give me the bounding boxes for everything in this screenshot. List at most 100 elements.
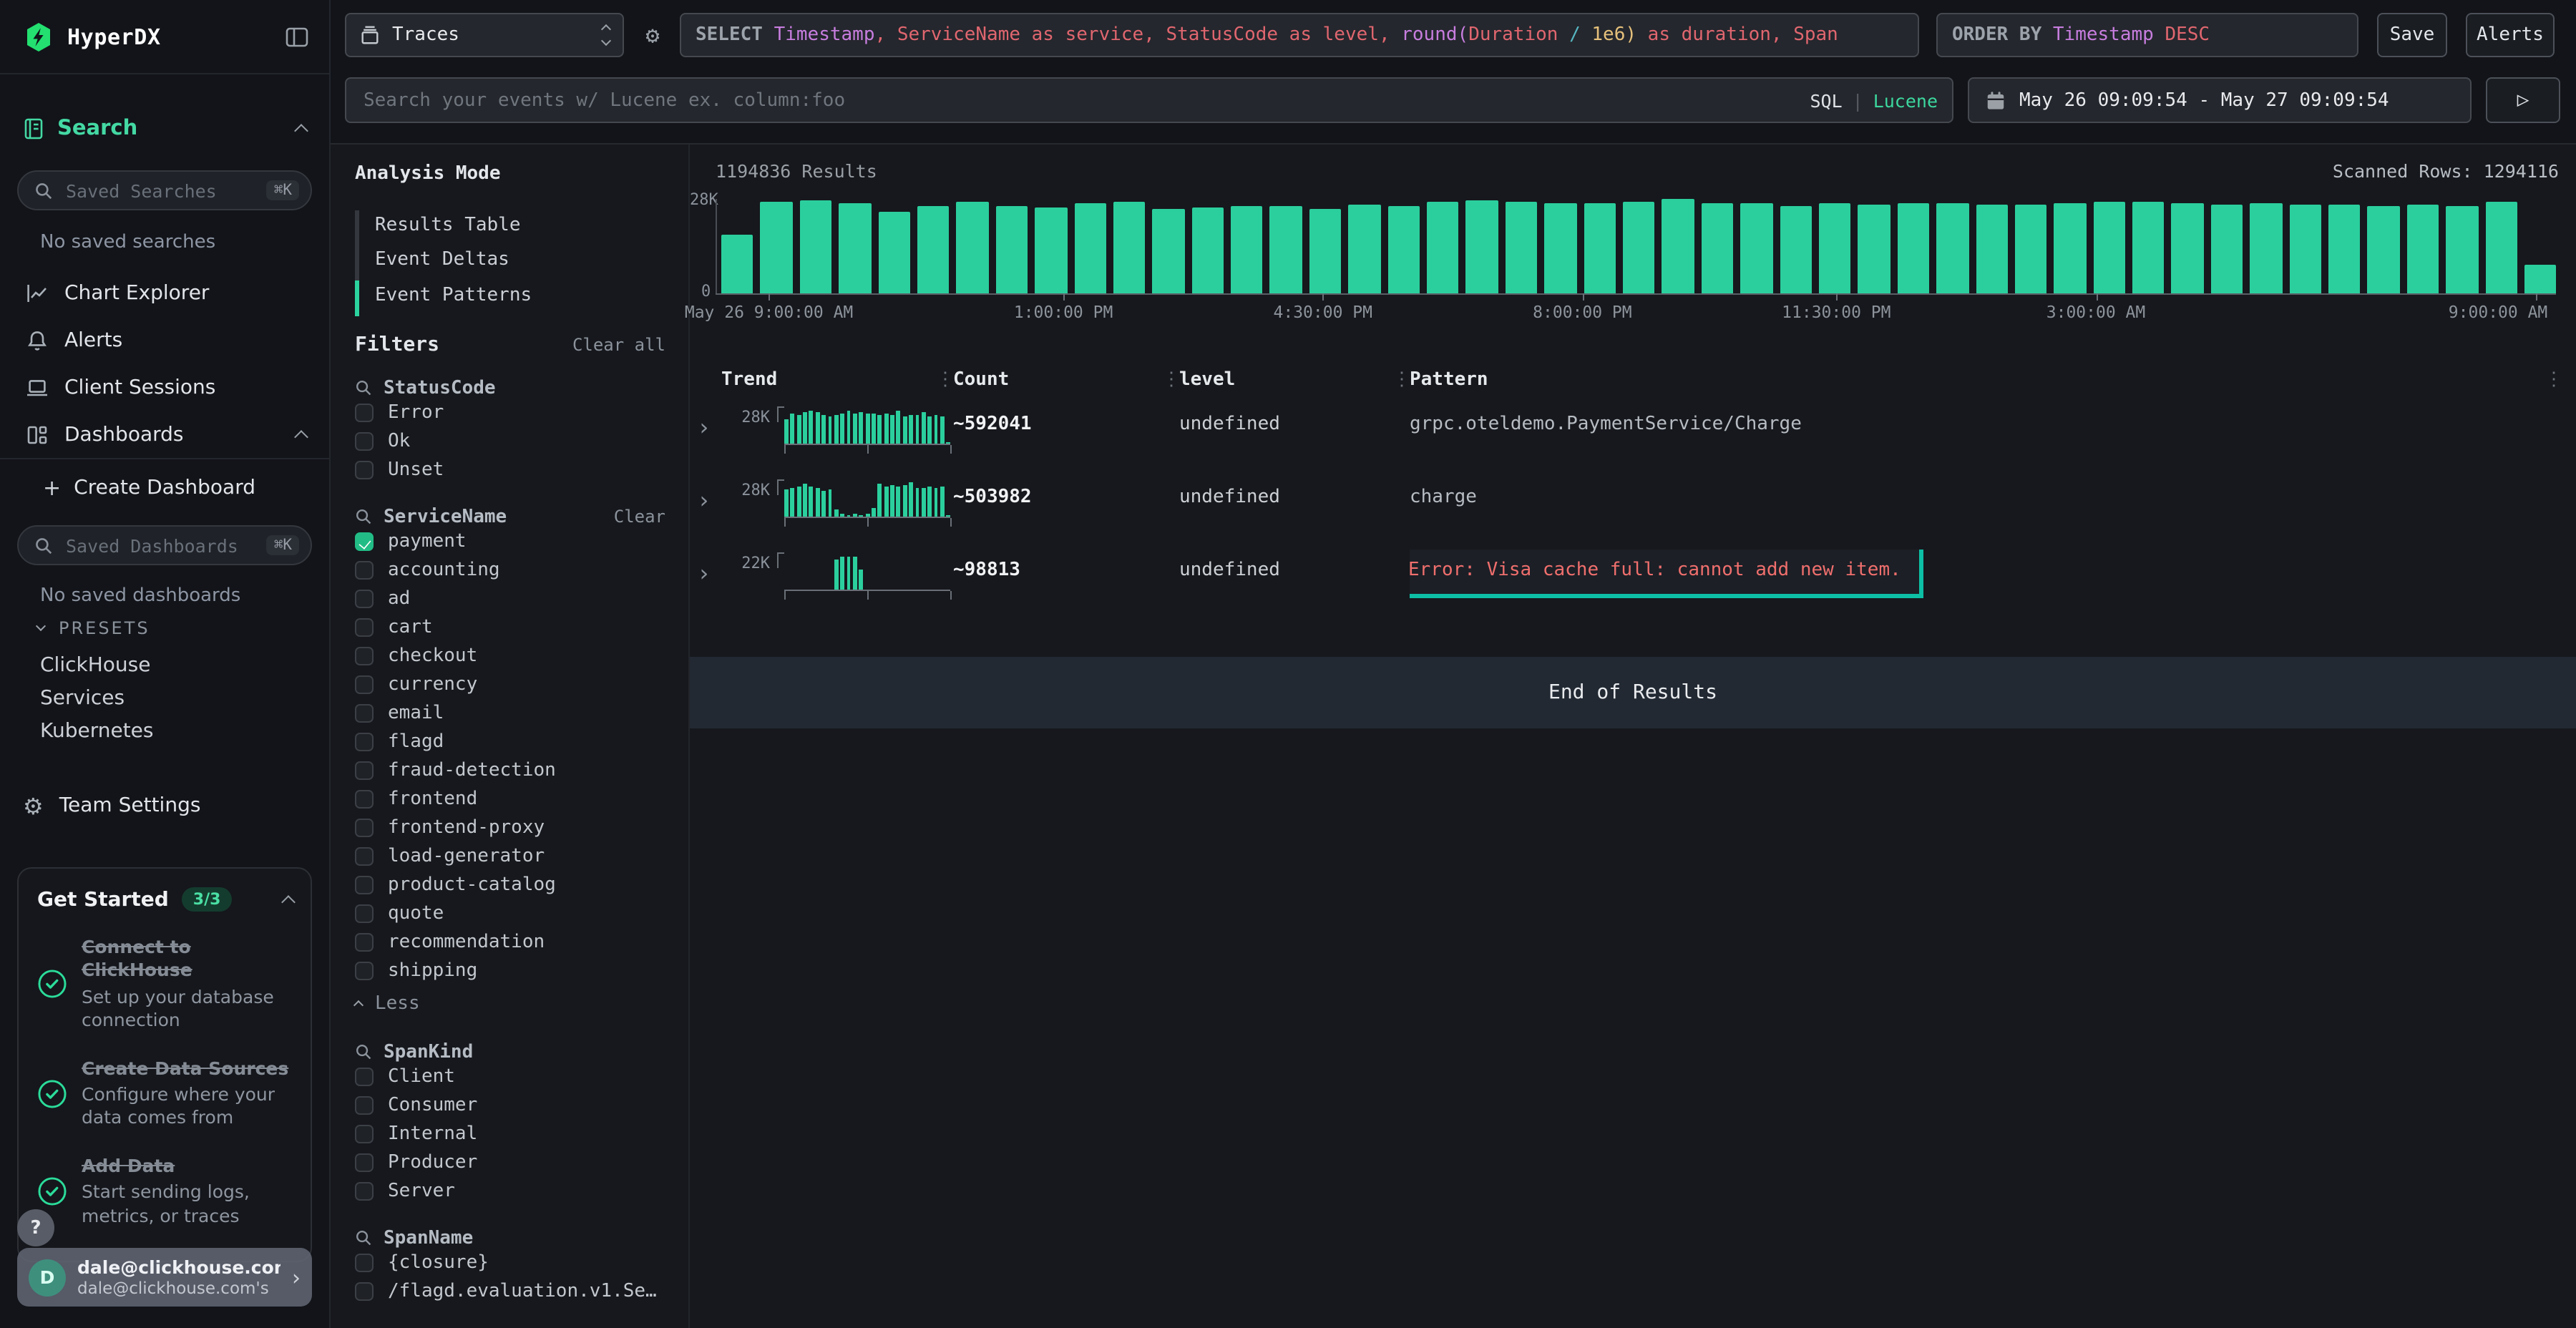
highlighted-error-pattern[interactable]: Error: Visa cache full: cannot add new i… xyxy=(1410,550,1924,598)
checkbox-unchecked[interactable] xyxy=(355,461,374,479)
filter-option-email[interactable]: email xyxy=(355,699,668,728)
source-select[interactable]: Traces xyxy=(345,13,624,57)
filter-option-internal[interactable]: Internal xyxy=(355,1120,668,1148)
checkbox-checked[interactable] xyxy=(355,532,374,551)
clear-group-filter[interactable]: Clear xyxy=(614,507,668,527)
preset-item-services[interactable]: Services xyxy=(40,681,298,714)
expand-row-icon[interactable]: › xyxy=(690,550,738,622)
checkbox-unchecked[interactable] xyxy=(355,761,374,780)
sidebar-item-client-sessions[interactable]: Client Sessions xyxy=(0,363,329,411)
filter-option-producer[interactable]: Producer xyxy=(355,1148,668,1177)
filter-option-fraud-detection[interactable]: fraud-detection xyxy=(355,756,668,785)
filter-option--flagd-evaluation-v1-se-[interactable]: /flagd.evaluation.v1.Se… xyxy=(355,1277,668,1306)
filter-option-frontend-proxy[interactable]: frontend-proxy xyxy=(355,814,668,842)
pattern-row[interactable]: › 28K ~592041 undefined grpc.oteldemo.Pa… xyxy=(690,404,2576,477)
sql-toggle[interactable]: SQL xyxy=(1810,89,1842,111)
source-settings-gear-icon[interactable]: ⚙ xyxy=(637,13,668,57)
filter-option-flagd[interactable]: flagd xyxy=(355,728,668,756)
checkbox-unchecked[interactable] xyxy=(355,1125,374,1143)
saved-dashboards-input[interactable]: ⌘K xyxy=(17,525,312,565)
filter-option-shipping[interactable]: shipping xyxy=(355,957,668,985)
help-button[interactable]: ? xyxy=(17,1209,54,1246)
checkbox-unchecked[interactable] xyxy=(355,733,374,751)
date-range-picker[interactable]: May 26 09:09:54 - May 27 09:09:54 xyxy=(1968,77,2472,123)
filter-option-load-generator[interactable]: load-generator xyxy=(355,842,668,871)
lucene-toggle[interactable]: Lucene xyxy=(1873,89,1938,111)
checkbox-unchecked[interactable] xyxy=(355,819,374,837)
filter-option-recommendation[interactable]: recommendation xyxy=(355,928,668,957)
results-histogram[interactable] xyxy=(716,199,2556,293)
get-started-step[interactable]: Connect to ClickHouse Set up your databa… xyxy=(37,936,293,1032)
expand-row-icon[interactable]: › xyxy=(690,477,738,550)
checkbox-unchecked[interactable] xyxy=(355,962,374,980)
search-icon[interactable] xyxy=(355,379,372,396)
checkbox-unchecked[interactable] xyxy=(355,904,374,923)
analysis-mode-event-patterns[interactable]: Event Patterns xyxy=(375,278,668,313)
chevron-up-icon[interactable] xyxy=(294,429,308,444)
saved-searches-field[interactable] xyxy=(63,178,257,202)
sql-orderby-editor[interactable]: ORDER BY Timestamp DESC xyxy=(1936,13,2358,57)
pattern-row[interactable]: › 22K ~98813 undefined Error: Visa cache… xyxy=(690,550,2576,622)
filter-option-frontend[interactable]: frontend xyxy=(355,785,668,814)
checkbox-unchecked[interactable] xyxy=(355,933,374,952)
filter-option-error[interactable]: Error xyxy=(355,399,668,427)
filter-option-server[interactable]: Server xyxy=(355,1177,668,1206)
filter-option-consumer[interactable]: Consumer xyxy=(355,1091,668,1120)
checkbox-unchecked[interactable] xyxy=(355,618,374,637)
filter-option-currency[interactable]: currency xyxy=(355,670,668,699)
run-query-button[interactable]: ▷ xyxy=(2486,77,2560,123)
search-icon[interactable] xyxy=(355,1043,372,1060)
checkbox-unchecked[interactable] xyxy=(355,1282,374,1301)
chevron-up-icon[interactable] xyxy=(281,894,296,909)
preset-item-clickhouse[interactable]: ClickHouse xyxy=(40,648,298,681)
analysis-mode-event-deltas[interactable]: Event Deltas xyxy=(375,243,668,278)
checkbox-unchecked[interactable] xyxy=(355,675,374,694)
presets-toggle[interactable]: PRESETS xyxy=(37,618,150,638)
checkbox-unchecked[interactable] xyxy=(355,704,374,723)
sidebar-item-alerts[interactable]: Alerts xyxy=(0,316,329,363)
filter-option-product-catalog[interactable]: product-catalog xyxy=(355,871,668,899)
pattern-row[interactable]: › 28K ~503982 undefined charge xyxy=(690,477,2576,550)
filter-option-quote[interactable]: quote xyxy=(355,899,668,928)
filter-option-accounting[interactable]: accounting xyxy=(355,556,668,585)
column-menu-icon[interactable]: ⋮ xyxy=(1162,369,1181,391)
sidebar-item-dashboards[interactable]: Dashboards xyxy=(0,411,329,458)
collapse-sidebar-icon[interactable] xyxy=(285,25,309,48)
filter-option-payment[interactable]: payment xyxy=(355,527,668,556)
saved-searches-input[interactable]: ⌘K xyxy=(17,170,312,210)
column-menu-icon[interactable]: ⋮ xyxy=(1392,369,1411,391)
create-dashboard-button[interactable]: + Create Dashboard xyxy=(0,469,329,507)
event-search-bar[interactable]: SQL | Lucene xyxy=(345,77,1953,123)
sidebar-item-team-settings[interactable]: ⚙ Team Settings xyxy=(0,786,329,826)
checkbox-unchecked[interactable] xyxy=(355,876,374,894)
column-menu-icon[interactable]: ⋮ xyxy=(936,369,955,391)
event-search-input[interactable] xyxy=(361,88,1810,112)
save-button[interactable]: Save xyxy=(2377,13,2447,57)
get-started-step[interactable]: Add Data Start sending logs, metrics, or… xyxy=(37,1155,293,1229)
search-icon[interactable] xyxy=(355,508,372,525)
checkbox-unchecked[interactable] xyxy=(355,590,374,608)
saved-dashboards-field[interactable] xyxy=(63,533,257,557)
filter-option-client[interactable]: Client xyxy=(355,1063,668,1091)
show-less-toggle[interactable]: Less xyxy=(355,988,668,1020)
checkbox-unchecked[interactable] xyxy=(355,790,374,809)
chevron-up-icon[interactable] xyxy=(294,124,308,138)
checkbox-unchecked[interactable] xyxy=(355,1182,374,1201)
filter-option-ok[interactable]: Ok xyxy=(355,427,668,456)
checkbox-unchecked[interactable] xyxy=(355,647,374,665)
filter-option-cart[interactable]: cart xyxy=(355,613,668,642)
alerts-button[interactable]: Alerts xyxy=(2466,13,2555,57)
expand-row-icon[interactable]: › xyxy=(690,404,738,477)
analysis-mode-results-table[interactable]: Results Table xyxy=(375,208,668,243)
user-menu[interactable]: D dale@clickhouse.com dale@clickhouse.co… xyxy=(17,1248,312,1307)
checkbox-unchecked[interactable] xyxy=(355,404,374,422)
column-menu-icon[interactable]: ⋮ xyxy=(2545,369,2563,391)
checkbox-unchecked[interactable] xyxy=(355,561,374,580)
clear-all-filters[interactable]: Clear all xyxy=(572,334,668,354)
checkbox-unchecked[interactable] xyxy=(355,1068,374,1086)
sidebar-item-chart-explorer[interactable]: Chart Explorer xyxy=(0,269,329,316)
checkbox-unchecked[interactable] xyxy=(355,432,374,451)
filter-option-unset[interactable]: Unset xyxy=(355,456,668,484)
checkbox-unchecked[interactable] xyxy=(355,847,374,866)
filter-option-checkout[interactable]: checkout xyxy=(355,642,668,670)
